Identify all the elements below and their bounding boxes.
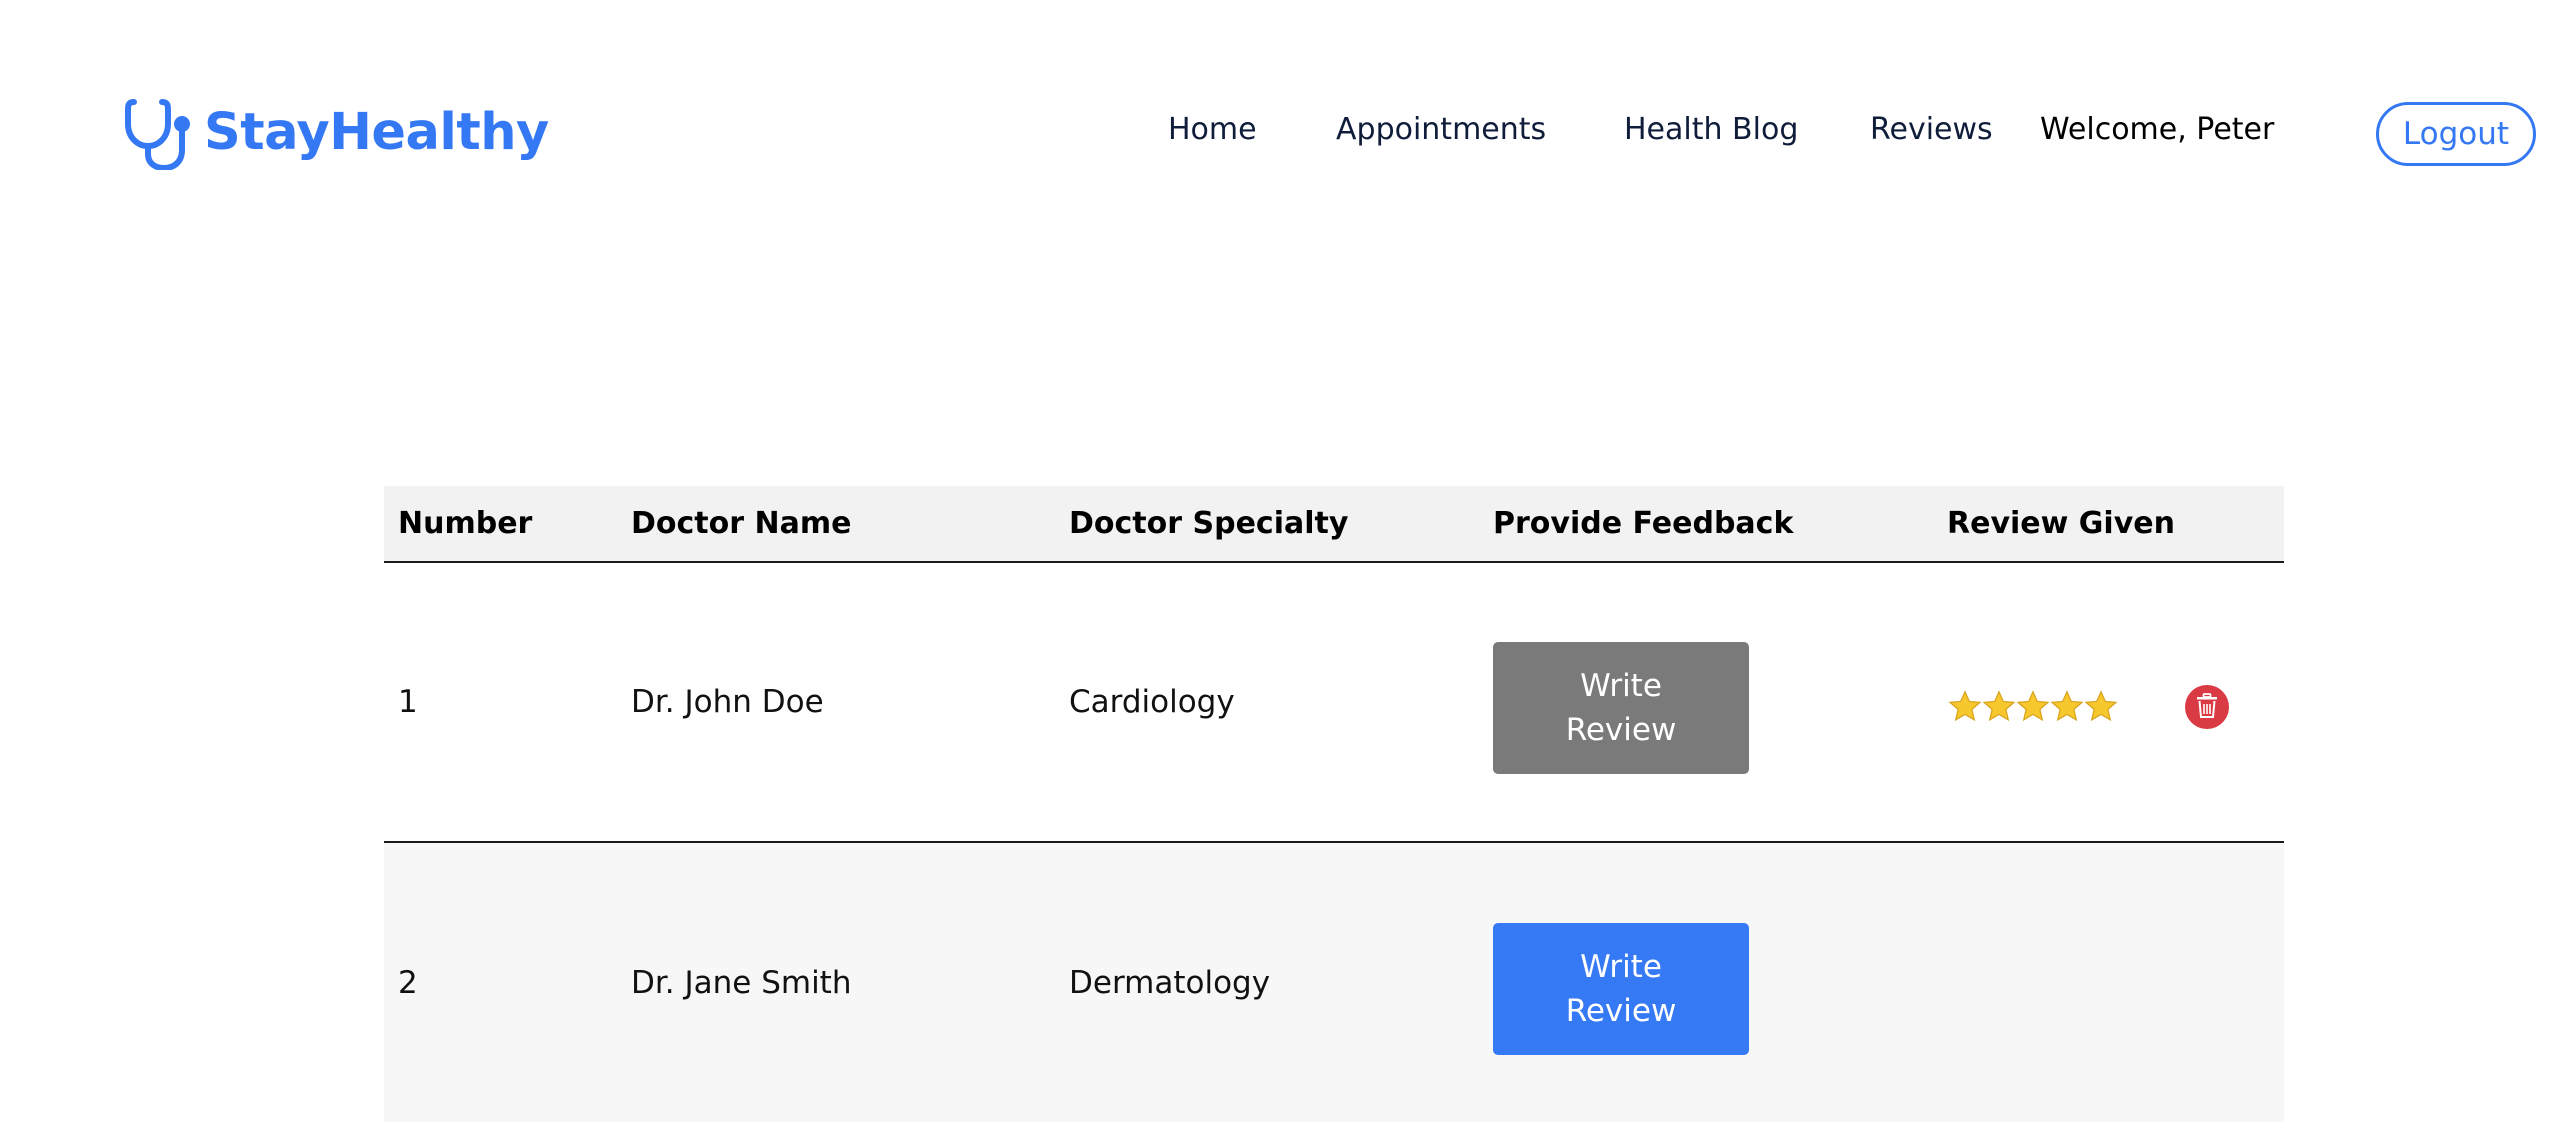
reviews-table: Number Doctor Name Doctor Specialty Prov… [384, 486, 2284, 1122]
star-icon [2084, 690, 2118, 722]
feedback-cell: Write Review [1479, 562, 1933, 843]
header-doctor-name: Doctor Name [617, 486, 1055, 563]
write-review-label-line1: Write [1580, 668, 1662, 704]
welcome-message: Welcome, Peter [2040, 112, 2275, 147]
star-icon [1948, 690, 1982, 722]
stethoscope-icon [124, 94, 194, 170]
brand-name: StayHealthy [204, 102, 549, 162]
write-review-button[interactable]: Write Review [1493, 642, 1749, 774]
feedback-cell: Write Review [1479, 842, 1933, 1122]
review-given-cell [1933, 842, 2284, 1122]
write-review-label-line2: Review [1565, 992, 1677, 1029]
nav-link-reviews[interactable]: Reviews [1870, 110, 1993, 150]
write-review-label-line1: Write [1580, 948, 1662, 985]
review-given-cell [1933, 562, 2284, 843]
star-icon [2016, 690, 2050, 722]
logout-button[interactable]: Logout [2376, 102, 2536, 166]
write-review-button[interactable]: Write Review [1493, 922, 1749, 1055]
table-row: 2 Dr. Jane Smith Dermatology Write Revie… [384, 842, 2284, 1122]
header-provide-feedback: Provide Feedback [1479, 486, 1933, 563]
row-number: 1 [384, 562, 617, 843]
nav-link-appointments[interactable]: Appointments [1336, 110, 1546, 150]
brand-logo[interactable]: StayHealthy [124, 94, 549, 170]
nav-link-home[interactable]: Home [1168, 110, 1257, 150]
table-header-row: Number Doctor Name Doctor Specialty Prov… [384, 486, 2284, 563]
doctor-specialty: Cardiology [1055, 562, 1479, 843]
star-icon [2050, 690, 2084, 722]
star-rating [1947, 689, 2118, 725]
header-number: Number [384, 486, 617, 563]
doctor-name: Dr. John Doe [617, 562, 1055, 843]
write-review-label-line2: Review [1565, 712, 1677, 748]
navbar: StayHealthy Home Appointments Health Blo… [0, 0, 2576, 240]
doctor-specialty: Dermatology [1055, 842, 1479, 1122]
row-number: 2 [384, 842, 617, 1122]
nav-link-health-blog[interactable]: Health Blog [1624, 110, 1798, 150]
header-doctor-specialty: Doctor Specialty [1055, 486, 1479, 563]
star-icon [1982, 690, 2016, 722]
doctor-name: Dr. Jane Smith [617, 842, 1055, 1122]
table-row: 1 Dr. John Doe Cardiology Write Review [384, 562, 2284, 843]
delete-review-button[interactable] [2185, 685, 2229, 729]
header-review-given: Review Given [1933, 486, 2284, 563]
trash-icon [2196, 692, 2218, 722]
